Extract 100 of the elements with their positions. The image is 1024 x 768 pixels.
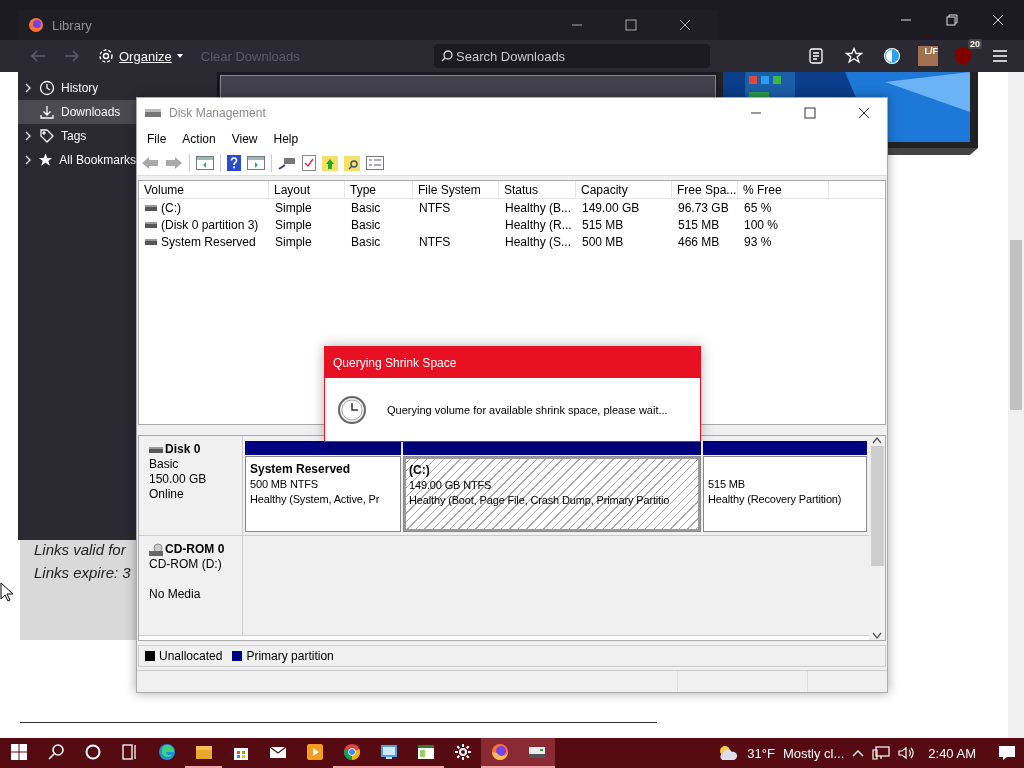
menu-item[interactable]: File bbox=[139, 132, 175, 146]
search-field[interactable]: Search Downloads bbox=[434, 44, 710, 68]
caret-up-icon bbox=[852, 749, 865, 757]
table-cell: 96.73 GB bbox=[678, 200, 729, 215]
partition-block[interactable]: 515 MB Healthy (Recovery Partition) bbox=[703, 456, 867, 532]
partition-block[interactable]: System Reserved 500 MB NTFS Healthy (System, Active, Pr bbox=[245, 456, 401, 532]
table-cell: NTFS bbox=[419, 200, 451, 215]
partition-status: Healthy (Boot, Page File, Crash Dump, Primary Partitio bbox=[409, 493, 670, 508]
partition-block[interactable]: (C:) 149.00 GB NTFS Healthy (Boot, Page File, Crash Dump, Primary Partitio bbox=[403, 456, 701, 532]
properties-icon bbox=[366, 155, 384, 170]
checklist-icon bbox=[302, 154, 316, 171]
tag-icon bbox=[39, 128, 55, 144]
table-cell: 500 MB bbox=[582, 234, 624, 249]
legend-label: Unallocated bbox=[159, 649, 223, 663]
disk-name: CD-ROM 0 bbox=[165, 542, 225, 557]
edge-icon bbox=[157, 743, 176, 761]
table-cell: 466 MB bbox=[678, 234, 720, 249]
chevron-icon bbox=[24, 131, 32, 141]
scrollbar-thumb[interactable] bbox=[870, 446, 884, 566]
menu-icon bbox=[992, 49, 1008, 63]
action-pane-icon bbox=[247, 155, 265, 170]
column-header[interactable]: % Free bbox=[738, 181, 829, 198]
maximize-icon bbox=[625, 19, 637, 31]
partition-status: Healthy (Recovery Partition) bbox=[708, 492, 842, 507]
network-icon bbox=[872, 746, 891, 760]
table-cell: Healthy (R... bbox=[505, 217, 572, 232]
count-badge: 20 bbox=[968, 39, 982, 49]
half-circle-icon bbox=[882, 46, 902, 66]
close-icon bbox=[992, 14, 1004, 26]
dialog-message: Querying volume for available shrink space, please wait... bbox=[387, 403, 668, 416]
download-icon bbox=[39, 104, 55, 120]
clock-icon bbox=[39, 80, 55, 96]
column-header[interactable]: Volume bbox=[139, 181, 269, 198]
taskbar-app[interactable] bbox=[518, 738, 555, 768]
disk-type: Basic bbox=[149, 457, 180, 472]
disk-status: No Media bbox=[149, 587, 202, 602]
temperature[interactable]: 31°F bbox=[747, 745, 775, 761]
sidebar-item[interactable]: History bbox=[18, 76, 136, 100]
weather-text[interactable]: Mostly cl... bbox=[782, 745, 845, 761]
chrome-icon bbox=[342, 743, 361, 761]
firefox-icon bbox=[28, 17, 44, 33]
organize-menu[interactable]: Organize bbox=[94, 46, 187, 66]
chevron-icon bbox=[24, 155, 32, 165]
menu-item[interactable]: Action bbox=[174, 132, 224, 146]
scrollbar-thumb[interactable] bbox=[1010, 240, 1022, 410]
column-header[interactable]: Layout bbox=[269, 181, 345, 198]
sidebar-item[interactable]: All Bookmarks bbox=[18, 148, 136, 172]
table-cell: Healthy (S... bbox=[505, 234, 572, 249]
partition-size: 500 MB NTFS bbox=[250, 477, 319, 492]
partition-size: 515 MB bbox=[708, 477, 745, 492]
drive-icon bbox=[145, 220, 157, 229]
cd-drive-icon bbox=[149, 542, 163, 557]
download-item[interactable] bbox=[220, 75, 716, 97]
disk-name: Disk 0 bbox=[165, 442, 201, 457]
table-cell: (C:) bbox=[161, 200, 181, 215]
table-cell: 65 % bbox=[744, 200, 772, 215]
column-header[interactable]: File System bbox=[413, 181, 499, 198]
partition-name: (C:) bbox=[409, 463, 431, 478]
maximize-icon bbox=[804, 107, 816, 119]
cloud-moon-icon bbox=[717, 744, 740, 762]
table-cell: 149.00 GB bbox=[582, 200, 640, 215]
firefox-icon bbox=[490, 743, 509, 761]
chevron-icon bbox=[24, 83, 32, 93]
column-header[interactable]: Free Spa... bbox=[672, 181, 738, 198]
back-arrow-icon bbox=[30, 49, 46, 63]
task-view-icon bbox=[121, 744, 138, 760]
scrollbar[interactable] bbox=[869, 436, 885, 640]
sidebar-item[interactable]: Downloads bbox=[18, 100, 136, 124]
play-icon bbox=[305, 743, 324, 761]
partition-size: 149.00 GB NTFS bbox=[409, 478, 492, 493]
connect-icon bbox=[278, 155, 296, 170]
menu-item[interactable]: Help bbox=[265, 132, 307, 146]
close-icon bbox=[858, 107, 870, 119]
window-icon bbox=[416, 744, 435, 760]
star-icon bbox=[38, 152, 54, 168]
table-cell: 515 MB bbox=[678, 217, 720, 232]
legend-label: Primary partition bbox=[246, 649, 334, 663]
table-cell: Healthy (B... bbox=[505, 200, 572, 215]
search-icon bbox=[47, 744, 64, 760]
column-header[interactable]: Type bbox=[345, 181, 413, 198]
column-header[interactable]: Capacity bbox=[576, 181, 672, 198]
close-icon bbox=[679, 19, 691, 31]
table-cell: (Disk 0 partition 3) bbox=[161, 217, 259, 232]
menu-item[interactable]: View bbox=[223, 132, 266, 146]
table-cell: Simple bbox=[275, 200, 312, 215]
column-header[interactable]: Status bbox=[499, 181, 576, 198]
clock-time[interactable]: 2:40 AM bbox=[928, 745, 976, 761]
clock-icon bbox=[337, 394, 367, 425]
folder-search-icon bbox=[344, 154, 360, 171]
console-tree-icon bbox=[196, 155, 214, 170]
dialog-title: Querying Shrink Space bbox=[325, 347, 700, 378]
extension-button[interactable]: L/F bbox=[918, 46, 938, 66]
drive-icon bbox=[149, 445, 163, 454]
folder-up-icon bbox=[322, 154, 338, 171]
disk-status: Online bbox=[149, 487, 185, 502]
sidebar-item[interactable]: Tags bbox=[18, 124, 136, 148]
table-cell: 515 MB bbox=[582, 217, 624, 232]
window-title: Disk Management bbox=[169, 106, 267, 120]
page-text: Links expire: 3 bbox=[34, 564, 131, 581]
document-icon bbox=[808, 48, 824, 64]
